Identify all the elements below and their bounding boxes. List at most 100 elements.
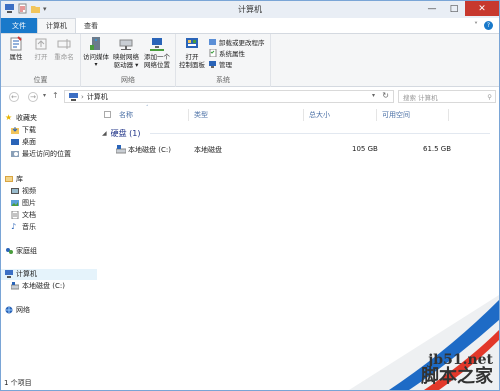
- map-drive-button[interactable]: 映射网络 驱动器 ▾: [112, 36, 140, 69]
- nav-libraries-label: 库: [16, 175, 23, 183]
- nav-homegroup-label: 家庭组: [16, 247, 37, 255]
- nav-pictures-label: 图片: [22, 199, 36, 207]
- column-separator[interactable]: [188, 109, 189, 121]
- computer-icon: [69, 92, 78, 101]
- table-row[interactable]: 本地磁盘 (C:) 本地磁盘 105 GB 61.5 GB: [98, 143, 498, 155]
- system-group: 打开 控制面板 卸载或更改程序 系统属性 管理 系统: [176, 34, 271, 87]
- search-box[interactable]: 搜索 计算机 ⚲: [398, 90, 496, 103]
- navigation-bar: ← → ▾ ↑ › 计算机 ▾ ↻ 搜索 计算机 ⚲: [1, 88, 499, 105]
- forward-button[interactable]: →: [28, 92, 38, 102]
- nav-local-disk-label: 本地磁盘 (C:): [22, 282, 65, 290]
- breadcrumb-computer[interactable]: 计算机: [87, 92, 108, 102]
- column-header-free[interactable]: 可用空间: [382, 109, 410, 121]
- up-button[interactable]: ↑: [52, 91, 59, 100]
- collapse-group-icon[interactable]: ◢: [102, 130, 107, 137]
- manage-label: 管理: [219, 61, 232, 69]
- properties-button[interactable]: 属性: [6, 36, 26, 61]
- nav-videos[interactable]: 视频: [11, 186, 36, 196]
- add-location-label-1: 添加一个: [144, 53, 170, 61]
- checklist-icon: [209, 49, 217, 57]
- close-button[interactable]: ✕: [465, 1, 499, 16]
- nav-documents-label: 文档: [22, 211, 36, 219]
- tab-file[interactable]: 文件: [1, 18, 37, 33]
- nav-homegroup[interactable]: 家庭组: [5, 246, 37, 256]
- back-button[interactable]: ←: [9, 92, 19, 102]
- drive-icon: [11, 282, 19, 290]
- access-media-label: 访问媒体: [83, 53, 109, 61]
- column-separator[interactable]: [376, 109, 377, 121]
- add-network-location-button[interactable]: 添加一个 网络位置: [143, 36, 171, 69]
- title-bar: ▾ 计算机 — □ ✕: [1, 1, 499, 18]
- group-label: 硬盘 (1): [110, 129, 141, 138]
- music-icon: ♪: [11, 222, 17, 231]
- manage-button[interactable]: 管理: [209, 59, 232, 69]
- tab-computer[interactable]: 计算机: [37, 18, 76, 33]
- search-placeholder: 搜索 计算机: [403, 93, 438, 102]
- column-header-type[interactable]: 类型: [194, 109, 208, 121]
- maximize-button[interactable]: □: [443, 1, 465, 16]
- breadcrumb-separator-icon: ›: [81, 92, 84, 101]
- network-group-label: 网络: [121, 76, 135, 84]
- system-group-label: 系统: [216, 76, 230, 84]
- ribbon-tabs: 文件 计算机 查看 ˅ ?: [1, 18, 499, 33]
- nav-recent[interactable]: 最近访问的位置: [11, 149, 71, 159]
- nav-favorites[interactable]: ★ 收藏夹: [5, 113, 37, 123]
- recent-locations-icon[interactable]: ▾: [43, 92, 46, 99]
- nav-documents[interactable]: 文档: [11, 210, 36, 220]
- sys-props-label: 系统属性: [219, 50, 245, 58]
- star-icon: ★: [5, 113, 13, 122]
- column-separator[interactable]: [448, 109, 449, 121]
- navigation-pane: ★ 收藏夹 下载 桌面 最近访问的位置 库 视频 图片 文档 ♪ 音乐 家庭组 …: [1, 106, 97, 374]
- open-label: 打开: [34, 53, 48, 61]
- recent-places-icon: [11, 151, 19, 157]
- nav-network[interactable]: 网络: [5, 305, 30, 315]
- nav-music[interactable]: ♪ 音乐: [11, 222, 36, 232]
- network-drive-icon: [119, 39, 133, 50]
- nav-videos-label: 视频: [22, 187, 36, 195]
- column-separator[interactable]: [303, 109, 304, 121]
- column-header-total[interactable]: 总大小: [309, 109, 330, 121]
- nav-computer[interactable]: 计算机: [5, 269, 37, 279]
- address-dropdown-icon[interactable]: ▾: [372, 92, 375, 99]
- library-icon: [5, 176, 13, 182]
- ribbon: 属性 打开 重命名 位置 访问媒体 ▾ 映射网络 驱动器 ▾ 添加一个 网络位置…: [1, 33, 499, 87]
- nav-pictures[interactable]: 图片: [11, 198, 36, 208]
- tab-view[interactable]: 查看: [76, 18, 106, 33]
- nav-downloads[interactable]: 下载: [11, 125, 36, 135]
- open-cp-label-2: 控制面板: [179, 61, 205, 69]
- video-icon: [11, 188, 19, 194]
- rename-icon: [57, 39, 71, 49]
- search-icon[interactable]: ⚲: [487, 93, 492, 101]
- open-control-panel-button[interactable]: 打开 控制面板: [178, 36, 206, 69]
- refresh-icon[interactable]: ↻: [382, 91, 389, 100]
- document-icon: [11, 211, 19, 219]
- location-group-label: 位置: [33, 76, 48, 84]
- nav-libraries[interactable]: 库: [5, 174, 23, 184]
- uninstall-button[interactable]: 卸载或更改程序: [209, 37, 265, 47]
- system-properties-button[interactable]: 系统属性: [209, 48, 245, 58]
- access-media-button[interactable]: 访问媒体 ▾: [83, 36, 109, 69]
- network-group: 访问媒体 ▾ 映射网络 驱动器 ▾ 添加一个 网络位置 网络: [81, 34, 176, 87]
- open-button[interactable]: 打开: [31, 36, 51, 61]
- minimize-button[interactable]: —: [421, 1, 443, 16]
- nav-computer-label: 计算机: [16, 270, 37, 278]
- map-drive-label-1: 映射网络: [113, 53, 139, 61]
- homegroup-icon: [6, 248, 13, 254]
- open-cp-label-1: 打开: [185, 53, 199, 61]
- map-drive-label-2: 驱动器 ▾: [113, 61, 139, 69]
- computer-icon: [5, 270, 13, 278]
- help-icon[interactable]: ?: [484, 21, 493, 30]
- select-all-checkbox[interactable]: [104, 111, 111, 118]
- row-free-space: 61.5 GB: [423, 145, 452, 153]
- collapse-ribbon-icon[interactable]: ˅: [474, 21, 478, 30]
- group-header-hard-drives[interactable]: ◢ 硬盘 (1): [102, 128, 141, 139]
- address-bar[interactable]: › 计算机 ▾ ↻: [64, 90, 394, 103]
- control-panel-icon: [186, 38, 198, 48]
- network-location-icon: [150, 38, 164, 51]
- nav-downloads-label: 下载: [22, 126, 36, 134]
- nav-music-label: 音乐: [22, 223, 36, 231]
- rename-button[interactable]: 重命名: [54, 36, 74, 61]
- nav-local-disk[interactable]: 本地磁盘 (C:): [11, 281, 65, 291]
- column-header-name[interactable]: 名称: [119, 109, 133, 121]
- nav-desktop[interactable]: 桌面: [11, 137, 36, 147]
